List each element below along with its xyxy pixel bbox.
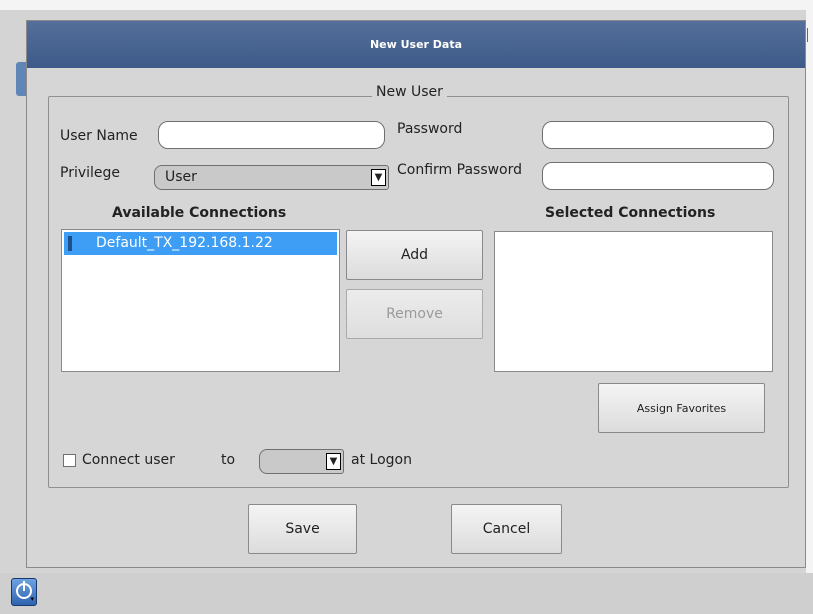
desktop-right-strip (806, 0, 813, 614)
chevron-down-icon[interactable]: ▼ (326, 453, 341, 470)
privilege-select[interactable]: User ▼ (154, 165, 389, 190)
selected-connections-header: Selected Connections (545, 205, 716, 221)
privilege-value: User (165, 169, 197, 185)
assign-favorites-button[interactable]: Assign Favorites (598, 383, 765, 433)
new-user-dialog: New User Data New User User Name Passwor… (26, 20, 806, 568)
dialog-titlebar[interactable]: New User Data (27, 21, 805, 68)
power-bar (23, 581, 25, 591)
user-name-label: User Name (60, 128, 138, 144)
desktop-top-strip (0, 0, 813, 10)
small-down-arrow-icon: ▾ (30, 595, 34, 603)
list-item[interactable]: Default_TX_192.168.1.22 (64, 232, 337, 255)
dialog-title: New User Data (369, 38, 463, 51)
confirm-password-input[interactable] (542, 162, 774, 190)
background-window-edge (807, 28, 812, 42)
to-label: to (221, 452, 236, 468)
confirm-password-label: Confirm Password (397, 162, 523, 178)
connection-item-label: Default_TX_192.168.1.22 (96, 235, 273, 251)
remove-button[interactable]: Remove (346, 289, 483, 339)
connect-user-checkbox[interactable] (63, 454, 76, 467)
chevron-down-icon[interactable]: ▼ (371, 169, 386, 186)
password-label: Password (397, 121, 463, 137)
power-icon[interactable]: ▾ (11, 578, 37, 606)
available-connections-header: Available Connections (112, 205, 287, 221)
taskbar (0, 573, 813, 614)
user-name-input[interactable] (158, 121, 385, 149)
add-button[interactable]: Add (346, 230, 483, 280)
selected-connections-list[interactable] (494, 231, 773, 372)
privilege-label: Privilege (60, 165, 121, 181)
cancel-button[interactable]: Cancel (451, 504, 562, 554)
at-logon-label: at Logon (351, 452, 412, 468)
selection-marker (68, 236, 72, 251)
available-connections-list[interactable]: Default_TX_192.168.1.22 (61, 229, 340, 372)
connect-user-label: Connect user (82, 452, 175, 468)
group-title: New User (372, 84, 447, 100)
password-input[interactable] (542, 121, 774, 149)
connection-select[interactable]: ▼ (259, 449, 344, 474)
save-button[interactable]: Save (248, 504, 357, 554)
